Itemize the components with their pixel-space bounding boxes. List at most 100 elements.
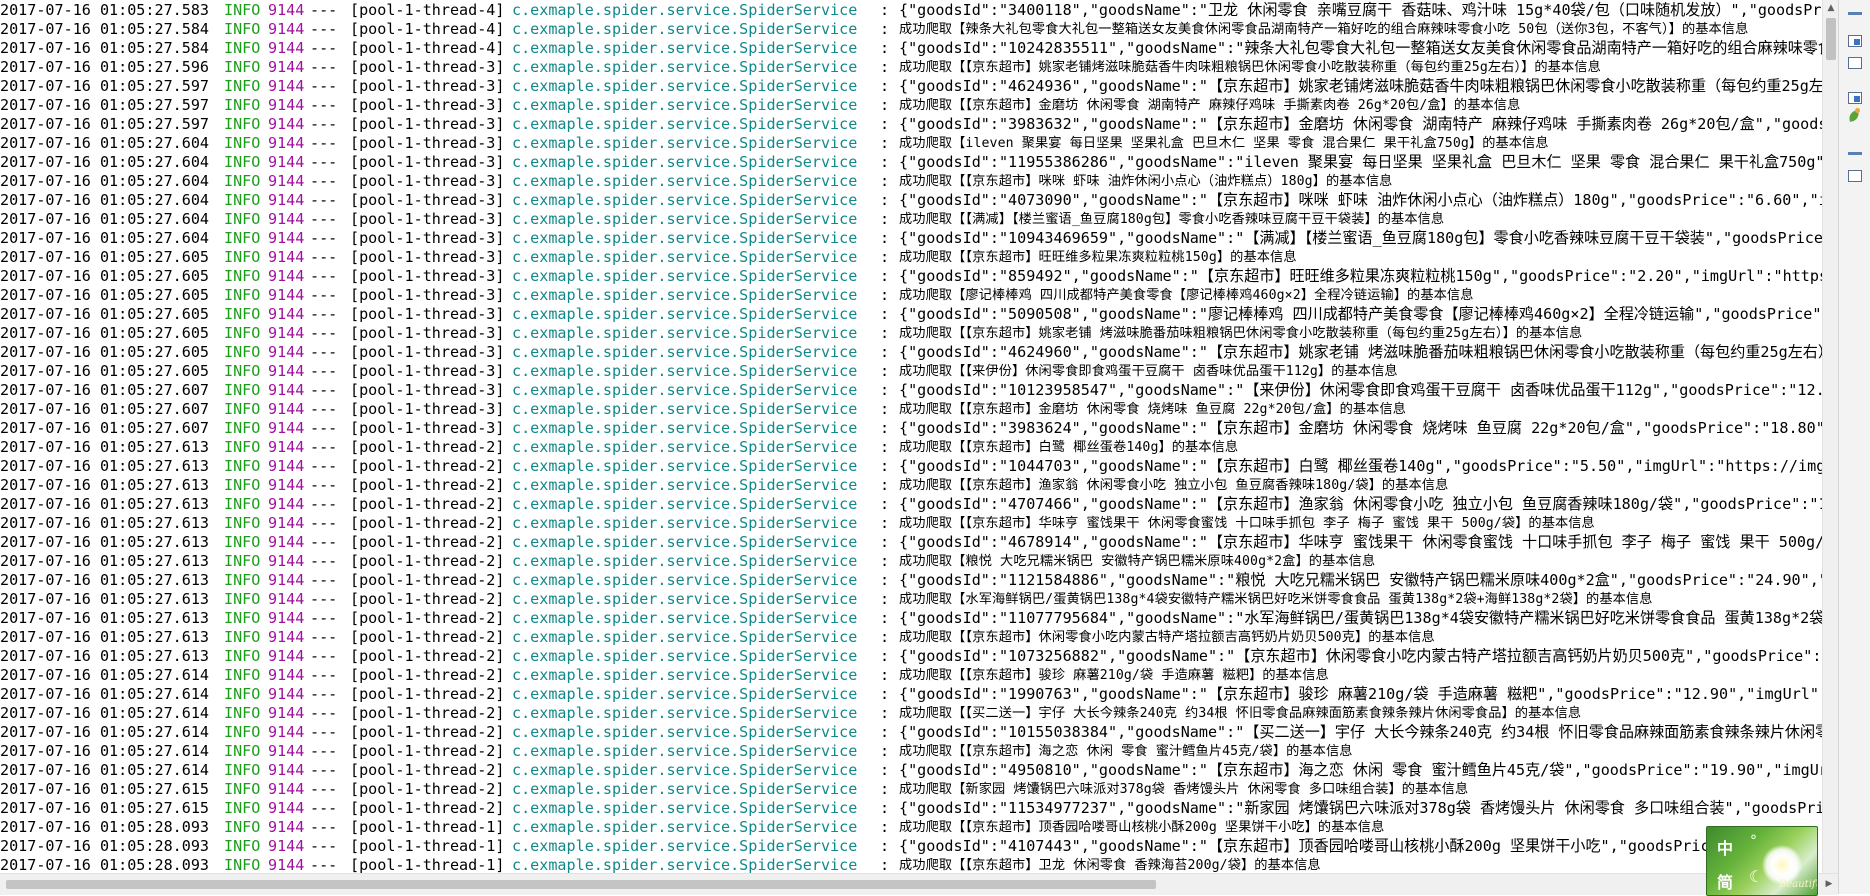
horizontal-scrollbar[interactable]: ▶ xyxy=(0,873,1838,895)
log-thread: [pool-1-thread-2] xyxy=(350,457,505,475)
log-colon: : xyxy=(880,533,890,551)
log-logger: c.exmaple.spider.service.SpiderService xyxy=(512,39,858,57)
log-pid: 9144 xyxy=(268,818,305,836)
log-separator: --- xyxy=(310,514,338,532)
ime-punctuation-toggle[interactable]: ° xyxy=(1750,833,1757,849)
log-timestamp: 2017-07-16 01:05:27.605 xyxy=(0,324,210,342)
log-pid: 9144 xyxy=(268,761,305,779)
log-pid: 9144 xyxy=(268,495,305,513)
log-pid: 9144 xyxy=(268,723,305,741)
console-output[interactable]: 2017-07-16 01:05:27.583 INFO 9144 --- [pool-… xyxy=(0,0,1822,873)
log-separator: --- xyxy=(310,229,338,247)
ime-chinese-mode-toggle[interactable]: 中 xyxy=(1717,835,1733,859)
log-thread: [pool-1-thread-3] xyxy=(350,210,505,228)
log-timestamp: 2017-07-16 01:05:27.584 xyxy=(0,39,210,57)
restore-view-icon[interactable] xyxy=(1846,33,1864,49)
log-timestamp: 2017-07-16 01:05:27.613 xyxy=(0,495,210,513)
log-separator: --- xyxy=(310,39,338,57)
log-colon: : xyxy=(880,324,890,342)
log-level: INFO xyxy=(224,1,261,19)
task-list-icon[interactable] xyxy=(1846,150,1864,166)
log-timestamp: 2017-07-16 01:05:27.596 xyxy=(0,58,210,76)
side-toolbar xyxy=(1838,0,1870,894)
log-level: INFO xyxy=(224,761,261,779)
log-pid: 9144 xyxy=(268,552,305,570)
minimize-view-icon[interactable] xyxy=(1846,10,1864,26)
log-timestamp: 2017-07-16 01:05:27.614 xyxy=(0,685,210,703)
console-view-icon[interactable] xyxy=(1846,55,1864,71)
log-level: INFO xyxy=(224,58,261,76)
log-colon: : xyxy=(880,381,890,399)
log-colon: : xyxy=(880,628,890,646)
log-level: INFO xyxy=(224,533,261,551)
log-logger: c.exmaple.spider.service.SpiderService xyxy=(512,818,858,836)
log-separator: --- xyxy=(310,533,338,551)
scroll-up-arrow[interactable]: ▲ xyxy=(1823,0,1839,16)
log-level: INFO xyxy=(224,400,261,418)
moon-icon[interactable]: ☾ xyxy=(1749,867,1763,886)
log-timestamp: 2017-07-16 01:05:27.604 xyxy=(0,210,210,228)
log-colon: : xyxy=(880,742,890,760)
log-timestamp: 2017-07-16 01:05:27.605 xyxy=(0,286,210,304)
log-thread: [pool-1-thread-2] xyxy=(350,799,505,817)
log-thread: [pool-1-thread-2] xyxy=(350,514,505,532)
log-colon: : xyxy=(880,438,890,456)
log-colon: : xyxy=(880,77,890,95)
log-timestamp: 2017-07-16 01:05:27.613 xyxy=(0,609,210,627)
log-thread: [pool-1-thread-3] xyxy=(350,305,505,323)
horizontal-scroll-thumb[interactable] xyxy=(6,880,1156,889)
log-timestamp: 2017-07-16 01:05:27.604 xyxy=(0,191,210,209)
log-separator: --- xyxy=(310,400,338,418)
log-pid: 9144 xyxy=(268,77,305,95)
log-timestamp: 2017-07-16 01:05:28.093 xyxy=(0,856,210,873)
log-logger: c.exmaple.spider.service.SpiderService xyxy=(512,191,858,209)
log-separator: --- xyxy=(310,210,338,228)
log-level: INFO xyxy=(224,286,261,304)
log-colon: : xyxy=(880,666,890,684)
log-message: 成功爬取【【买二送一】宇仔 大长今辣条240克 约34根 怀旧零食品麻辣面筋素食… xyxy=(899,706,1582,721)
log-level: INFO xyxy=(224,172,261,190)
log-logger: c.exmaple.spider.service.SpiderService xyxy=(512,837,858,855)
log-logger: c.exmaple.spider.service.SpiderService xyxy=(512,533,858,551)
ime-simplified-toggle[interactable]: 简 xyxy=(1717,869,1733,893)
log-level: INFO xyxy=(224,248,261,266)
log-colon: : xyxy=(880,286,890,304)
log-thread: [pool-1-thread-2] xyxy=(350,761,505,779)
log-thread: [pool-1-thread-4] xyxy=(350,39,505,57)
ime-status-widget[interactable]: 中 ° 简 ☾ Beautiful xyxy=(1706,826,1818,896)
log-timestamp: 2017-07-16 01:05:27.614 xyxy=(0,723,210,741)
log-timestamp: 2017-07-16 01:05:27.613 xyxy=(0,457,210,475)
log-message: 成功爬取【粮悦 大吃兄糯米锅巴 安徽特产锅巴糯米原味400g*2盒】的基本信息 xyxy=(899,554,1376,569)
log-colon: : xyxy=(880,704,890,722)
log-level: INFO xyxy=(224,191,261,209)
log-timestamp: 2017-07-16 01:05:27.605 xyxy=(0,362,210,380)
vertical-scroll-thumb[interactable] xyxy=(1826,18,1836,60)
log-thread: [pool-1-thread-2] xyxy=(350,628,505,646)
log-thread: [pool-1-thread-3] xyxy=(350,267,505,285)
log-separator: --- xyxy=(310,381,338,399)
log-timestamp: 2017-07-16 01:05:27.613 xyxy=(0,628,210,646)
log-timestamp: 2017-07-16 01:05:27.613 xyxy=(0,476,210,494)
log-thread: [pool-1-thread-2] xyxy=(350,704,505,722)
maximize-view-icon[interactable] xyxy=(1846,90,1864,106)
log-timestamp: 2017-07-16 01:05:27.605 xyxy=(0,248,210,266)
log-level: INFO xyxy=(224,419,261,437)
log-thread: [pool-1-thread-3] xyxy=(350,115,505,133)
outline-view-icon[interactable] xyxy=(1846,168,1864,184)
log-timestamp: 2017-07-16 01:05:28.093 xyxy=(0,837,210,855)
scroll-right-arrow[interactable]: ▶ xyxy=(1822,877,1836,891)
log-level: INFO xyxy=(224,666,261,684)
log-pid: 9144 xyxy=(268,628,305,646)
log-timestamp: 2017-07-16 01:05:27.607 xyxy=(0,381,210,399)
log-pid: 9144 xyxy=(268,571,305,589)
vertical-scrollbar[interactable]: ▲ xyxy=(1822,0,1839,873)
log-separator: --- xyxy=(310,590,338,608)
log-message: {"goodsId":"4707466","goodsName":"【京东超市】… xyxy=(899,495,1822,513)
log-timestamp: 2017-07-16 01:05:27.597 xyxy=(0,115,210,133)
spring-leaf-icon[interactable] xyxy=(1846,108,1864,124)
log-level: INFO xyxy=(224,837,261,855)
log-message: 成功爬取【【京东超市】海之恋 休闲 零食 蜜汁鳕鱼片45克/袋】的基本信息 xyxy=(899,744,1353,759)
log-separator: --- xyxy=(310,799,338,817)
log-logger: c.exmaple.spider.service.SpiderService xyxy=(512,58,858,76)
log-level: INFO xyxy=(224,590,261,608)
